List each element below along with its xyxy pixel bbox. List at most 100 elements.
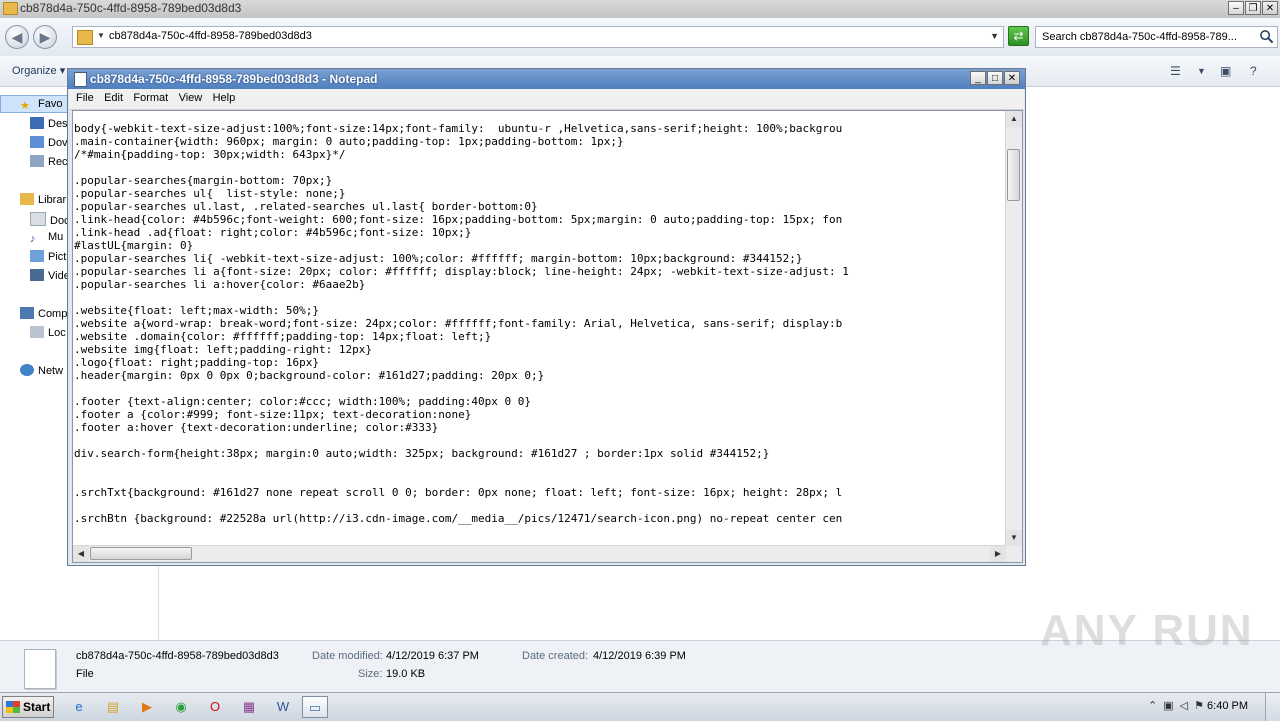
system-tray[interactable]: ⌃▣◁⚑	[1148, 699, 1210, 712]
explorer-title-bar[interactable]: cb878d4a-750c-4ffd-8958-789bed03d8d3 – ❐…	[0, 0, 1280, 19]
text-line[interactable]: .popular-searches{margin-bottom: 70px;}	[74, 174, 1004, 187]
text-line[interactable]	[74, 473, 1004, 486]
chevron-down-icon[interactable]: ▼	[990, 31, 999, 41]
nav-computer[interactable]: Comp	[20, 307, 67, 320]
notepad-menu-bar: File Edit Format View Help	[69, 89, 1024, 110]
notepad-window-buttons: _ □ ✕	[970, 71, 1020, 85]
text-line[interactable]: .website img{float: left;padding-right: …	[74, 343, 1004, 356]
text-line[interactable]: .website a{word-wrap: break-word;font-si…	[74, 317, 1004, 330]
nav-documents[interactable]: Doc	[30, 212, 70, 227]
media-player-icon[interactable]: ▶	[134, 696, 160, 718]
scroll-right-icon[interactable]: ▶	[990, 546, 1006, 562]
scroll-left-icon[interactable]: ◀	[73, 546, 89, 562]
nav-desktop[interactable]: Des	[30, 117, 68, 130]
scroll-up-icon[interactable]: ▲	[1006, 111, 1022, 127]
text-line[interactable]: /*#main{padding-top: 30px;width: 643px}*…	[74, 148, 1004, 161]
text-line[interactable]	[74, 434, 1004, 447]
text-line[interactable]: .srchTxt{background: #161d27 none repeat…	[74, 486, 1004, 499]
winrar-icon[interactable]: ▦	[236, 696, 262, 718]
text-line[interactable]: .website{float: left;max-width: 50%;}	[74, 304, 1004, 317]
nav-libraries[interactable]: Librar	[20, 193, 66, 206]
nav-local-disk[interactable]: Loc	[30, 326, 66, 339]
minimize-button[interactable]: –	[1228, 1, 1244, 15]
close-button[interactable]: ✕	[1262, 1, 1278, 15]
back-button[interactable]: ◀	[5, 25, 29, 49]
refresh-button[interactable]: ⇄	[1008, 26, 1029, 46]
vertical-scroll-thumb[interactable]	[1007, 149, 1020, 201]
menu-view[interactable]: View	[179, 89, 203, 104]
nav-downloads[interactable]: Dov	[30, 136, 68, 149]
menu-format[interactable]: Format	[133, 89, 168, 104]
nav-favorites[interactable]: ★ Favo	[20, 98, 62, 112]
text-line[interactable]	[74, 460, 1004, 473]
menu-edit[interactable]: Edit	[104, 89, 123, 104]
date-modified-label: Date modified:	[312, 650, 383, 662]
notepad-taskbar-icon[interactable]: ▭	[302, 696, 328, 718]
text-line[interactable]	[74, 382, 1004, 395]
vertical-scrollbar[interactable]: ▲ ▼	[1005, 111, 1022, 546]
text-line[interactable]: .popular-searches li a{font-size: 20px; …	[74, 265, 1004, 278]
start-button[interactable]: Start	[2, 696, 54, 718]
text-line[interactable]: .popular-searches ul{ list-style: none;}	[74, 187, 1004, 200]
text-line[interactable]: #lastUL{margin: 0}	[74, 239, 1004, 252]
menu-file[interactable]: File	[76, 89, 94, 104]
search-input[interactable]: Search cb878d4a-750c-4ffd-8958-789...	[1035, 26, 1278, 48]
text-line[interactable]: .main-container{width: 960px; margin: 0 …	[74, 135, 1004, 148]
preview-pane-icon[interactable]: ▣	[1220, 64, 1231, 78]
network-tray-icon[interactable]: ▣	[1163, 700, 1179, 712]
text-line[interactable]: .website .domain{color: #ffffff;padding-…	[74, 330, 1004, 343]
text-line[interactable]: .footer {text-align:center; color:#ccc; …	[74, 395, 1004, 408]
nav-recent[interactable]: Rec	[30, 155, 68, 168]
scroll-down-icon[interactable]: ▼	[1006, 530, 1022, 546]
notepad-close-button[interactable]: ✕	[1004, 71, 1020, 85]
text-line[interactable]: .footer a {color:#999; font-size:11px; t…	[74, 408, 1004, 421]
organize-button[interactable]: Organize ▾	[12, 64, 65, 77]
explorer-title: cb878d4a-750c-4ffd-8958-789bed03d8d3	[20, 1, 242, 15]
internet-explorer-icon[interactable]: e	[66, 696, 92, 718]
restore-button[interactable]: ❐	[1245, 1, 1261, 15]
forward-button[interactable]: ▶	[33, 25, 57, 49]
text-line[interactable]: .link-head{color: #4b596c;font-weight: 6…	[74, 213, 1004, 226]
notepad-text-area[interactable]: body{-webkit-text-size-adjust:100%;font-…	[72, 110, 1023, 563]
word-icon[interactable]: W	[270, 696, 296, 718]
text-line[interactable]: .link-head .ad{float: right;color: #4b59…	[74, 226, 1004, 239]
chrome-icon[interactable]: ◉	[168, 696, 194, 718]
view-options-icon[interactable]: ☰	[1170, 64, 1181, 78]
search-icon[interactable]	[1259, 29, 1274, 44]
text-line[interactable]	[74, 291, 1004, 304]
size-value: 19.0 KB	[386, 668, 426, 680]
text-line[interactable]: body{-webkit-text-size-adjust:100%;font-…	[74, 122, 1004, 135]
horizontal-scrollbar[interactable]: ◀ ▶	[73, 545, 1006, 562]
text-line[interactable]: .popular-searches li a:hover{color: #6aa…	[74, 278, 1004, 291]
text-line[interactable]	[74, 161, 1004, 174]
text-line[interactable]: .popular-searches ul.last, .related-sear…	[74, 200, 1004, 213]
text-line[interactable]: div.search-form{height:38px; margin:0 au…	[74, 447, 1004, 460]
address-bar[interactable]: ▼ cb878d4a-750c-4ffd-8958-789bed03d8d3 ▼	[72, 26, 1004, 48]
nav-videos[interactable]: Vide	[30, 269, 70, 282]
help-icon[interactable]: ?	[1250, 64, 1257, 78]
file-explorer-icon[interactable]: ▤	[100, 696, 126, 718]
menu-help[interactable]: Help	[213, 89, 236, 104]
text-line[interactable]: .popular-searches li{ -webkit-text-size-…	[74, 252, 1004, 265]
horizontal-scroll-thumb[interactable]	[90, 547, 192, 560]
notepad-icon	[74, 72, 87, 87]
chevron-up-icon[interactable]: ⌃	[1148, 700, 1163, 712]
notepad-maximize-button[interactable]: □	[987, 71, 1003, 85]
text-line[interactable]: .footer a:hover {text-decoration:underli…	[74, 421, 1004, 434]
notepad-minimize-button[interactable]: _	[970, 71, 986, 85]
notepad-content[interactable]: body{-webkit-text-size-adjust:100%;font-…	[74, 122, 1004, 546]
text-line[interactable]: .header{margin: 0px 0 0px 0;background-c…	[74, 369, 1004, 382]
chevron-down-icon[interactable]: ▼	[1197, 66, 1206, 76]
text-line[interactable]: .logo{float: right;padding-top: 16px}	[74, 356, 1004, 369]
show-desktop-button[interactable]	[1265, 693, 1280, 721]
opera-icon[interactable]: O	[202, 696, 228, 718]
clock[interactable]: 6:40 PM	[1207, 700, 1248, 712]
volume-icon[interactable]: ◁	[1180, 700, 1194, 712]
text-line[interactable]: .srchBtn {background: #22528a url(http:/…	[74, 512, 1004, 525]
nav-network[interactable]: Netw	[20, 364, 63, 377]
notepad-title-bar[interactable]: cb878d4a-750c-4ffd-8958-789bed03d8d3 - N…	[68, 69, 1025, 89]
nav-pictures[interactable]: Pict	[30, 250, 66, 263]
nav-music[interactable]: ♪ Mu	[30, 231, 63, 245]
chevron-right-icon[interactable]: ▼	[97, 31, 105, 40]
text-line[interactable]	[74, 499, 1004, 512]
